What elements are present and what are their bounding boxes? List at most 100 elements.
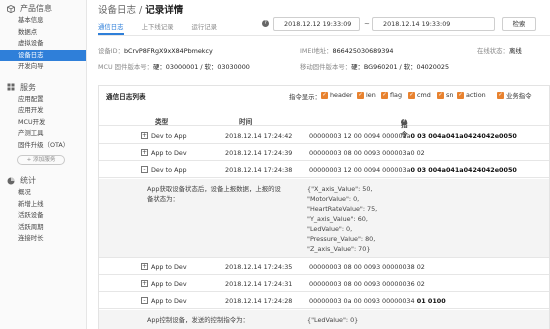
sidebar-section-title: 产品信息	[20, 4, 52, 13]
filter-checkbox-cmd[interactable]: ✓ cmd	[408, 91, 431, 99]
row-cmd-bold: 01 0100	[414, 297, 446, 305]
row-cmd-bold: 0 03 004a041a0424042e0050	[410, 166, 517, 174]
module-firmware-label: 移动固件版本号：	[300, 63, 352, 71]
row-detail: App控制设备，发送的控制指令为： {"LedValue": 0}	[99, 310, 549, 329]
breadcrumb-separator: /	[136, 5, 146, 16]
date-to-input[interactable]: 2018.12.14 19:33:09	[372, 17, 495, 31]
row-cmd-text: 00000003 08 00 0093 00000036 02	[309, 280, 425, 288]
search-button[interactable]: 检索	[502, 17, 536, 31]
checkbox-checked-icon: ✓	[357, 91, 364, 99]
row-cmd: 00000003 08 00 0093 00000038 02	[309, 263, 425, 271]
table-row[interactable]: - App to Dev 2018.12.14 17:24:28 0000000…	[99, 293, 549, 309]
online-status-info: 在线状态：离线	[477, 46, 522, 55]
table-row[interactable]: + App to Dev 2018.12.14 17:24:31 0000000…	[99, 276, 549, 292]
help-icon[interactable]: ?	[262, 20, 269, 27]
sidebar-section-services[interactable]: 服务	[0, 81, 86, 94]
detail-json-line: {"LedValue": 0}	[307, 316, 359, 324]
breadcrumb-parent[interactable]: 设备日志	[98, 5, 136, 16]
detail-json: {"X_axis_Value": 50, "MotorValue": 0, "H…	[307, 184, 377, 254]
detail-json-line: "MotorValue": 0,	[307, 195, 360, 203]
date-range-separator: ~	[364, 20, 370, 28]
sidebar-item-new-online[interactable]: 新增上线	[0, 199, 86, 211]
row-cmd: 00000003 08 00 0093 000003a0 02	[309, 149, 425, 157]
panel-title: 通信日志列表	[106, 93, 146, 101]
detail-json-line: "Z_axis_Value": 70}	[307, 245, 371, 253]
sidebar-section-product[interactable]: 产品信息	[0, 2, 86, 15]
detail-description: App获取设备状态后，设备上报数据，上报的设 备状态为：	[147, 184, 281, 204]
main-content: 设备日志 / 记录详情 通信日志 上下线记录 运行记录 ? 2018.12.12…	[90, 0, 550, 329]
row-cmd-bold: 0 03 004a041a0424042e0050	[410, 132, 517, 140]
filter-checkbox-sn[interactable]: ✓ sn	[437, 91, 453, 99]
table-row[interactable]: + App to Dev 2018.12.14 17:24:39 0000000…	[99, 145, 549, 161]
filter-checkbox-len[interactable]: ✓ len	[357, 91, 376, 99]
online-status-label: 在线状态：	[477, 47, 509, 55]
row-time: 2018.12.14 17:24:28	[225, 297, 293, 305]
cube-icon	[7, 4, 15, 13]
detail-description-line: App控制设备，发送的控制指令为：	[147, 316, 249, 324]
row-cmd-text: 00000003 08 00 0093 00000038 02	[309, 263, 425, 271]
table-row[interactable]: - Dev to App 2018.12.14 17:24:38 0000000…	[99, 162, 549, 178]
tab-online-records[interactable]: 上下线记录	[142, 17, 174, 35]
help-icon[interactable]: ?	[401, 119, 407, 125]
sidebar-item-app-dev[interactable]: 应用开发	[0, 105, 86, 117]
row-type: App to Dev	[151, 263, 187, 271]
sidebar-item-mcu-dev[interactable]: MCU开发	[0, 117, 86, 129]
row-cmd: 00000003 08 00 0093 00000036 02	[309, 280, 425, 288]
expand-icon[interactable]: +	[141, 149, 148, 156]
mcu-firmware-info: MCU 固件版本号：硬：03000001 / 软：03030000	[98, 62, 250, 71]
filter-checkbox-action[interactable]: ✓ action	[457, 91, 486, 99]
sidebar-item-active-cycle[interactable]: 活跃周期	[0, 222, 86, 234]
detail-description-line: App获取设备状态后，设备上报数据，上报的设	[147, 185, 281, 193]
row-time: 2018.12.14 17:24:42	[225, 132, 293, 140]
checkbox-checked-icon: ✓	[457, 91, 464, 99]
sidebar-section-title: 服务	[20, 82, 36, 92]
detail-json-line: "HeartRateValue": 75,	[307, 205, 378, 213]
add-service-button[interactable]: + 添加服务	[17, 155, 65, 165]
expand-icon[interactable]: +	[141, 280, 148, 287]
sidebar-item-active-devices[interactable]: 活跃设备	[0, 210, 86, 222]
filter-checkbox-header[interactable]: ✓ header	[321, 91, 353, 99]
sidebar-item-dev-guide[interactable]: 开发向导	[0, 61, 86, 73]
sidebar-item-virtual-device[interactable]: 虚拟设备	[0, 38, 86, 50]
expand-icon[interactable]: +	[141, 263, 148, 270]
comm-log-panel: 通信日志列表 指令显示： ✓ header ✓ len ✓ flag ✓ cmd ✓ sn…	[98, 85, 550, 329]
sidebar-item-connect-duration[interactable]: 连接时长	[0, 233, 86, 245]
mcu-firmware-value: 硬：03000001 / 软：03030000	[153, 63, 250, 71]
imei-value: 866425030689394	[332, 47, 394, 55]
checkbox-checked-icon: ✓	[497, 92, 504, 99]
checkbox-checked-icon: ✓	[321, 91, 328, 99]
detail-json-line: "LedValue": 0,	[307, 225, 353, 233]
sidebar-item-data-points[interactable]: 数据点	[0, 27, 86, 39]
checkbox-checked-icon: ✓	[408, 91, 415, 99]
sidebar-item-production-tools[interactable]: 产测工具	[0, 128, 86, 140]
sidebar-item-ota[interactable]: 固件升级（OTA）	[0, 140, 86, 152]
filter-checkbox-flag[interactable]: ✓ flag	[381, 91, 402, 99]
sidebar-item-device-log[interactable]: 设备日志	[0, 49, 86, 61]
module-firmware-info: 移动固件版本号：硬：BG960201 / 软：04020025	[300, 62, 449, 71]
row-cmd-text: 00000003 08 00 0093 000003a0 02	[309, 149, 425, 157]
sidebar-item-basic-info[interactable]: 基本信息	[0, 15, 86, 27]
filter-label-flag: flag	[390, 91, 402, 99]
mcu-firmware-label: MCU 固件版本号：	[98, 63, 154, 71]
collapse-icon[interactable]: -	[141, 166, 148, 173]
sidebar-section-stats[interactable]: 统计	[0, 174, 86, 187]
device-id-label: 设备ID：	[98, 47, 124, 55]
filter-checkbox-business[interactable]: ✓ 业务指令	[497, 91, 532, 100]
sidebar-item-overview[interactable]: 概况	[0, 187, 86, 199]
collapse-icon[interactable]: -	[141, 297, 148, 304]
table-row[interactable]: + App to Dev 2018.12.14 17:24:35 0000000…	[99, 259, 549, 275]
sidebar-item-app-config[interactable]: 应用配置	[0, 94, 86, 106]
table-header: 类型 时间 指令 ?	[99, 113, 549, 139]
tab-run-records[interactable]: 运行记录	[192, 17, 218, 35]
detail-json-line: "Y_axis_Value": 60,	[307, 215, 368, 223]
tab-divider	[98, 35, 550, 36]
expand-icon[interactable]: +	[141, 132, 148, 139]
row-type: Dev to App	[151, 166, 187, 174]
filter-label-sn: sn	[446, 91, 454, 99]
table-row[interactable]: + Dev to App 2018.12.14 17:24:42 0000000…	[99, 128, 549, 144]
tab-comm-log[interactable]: 通信日志	[98, 17, 124, 35]
date-from-input[interactable]: 2018.12.12 19:33:09	[273, 17, 360, 31]
pie-icon	[7, 177, 15, 184]
row-time: 2018.12.14 17:24:39	[225, 149, 293, 157]
imei-info: IMEI地址：866425030689394	[300, 46, 394, 55]
